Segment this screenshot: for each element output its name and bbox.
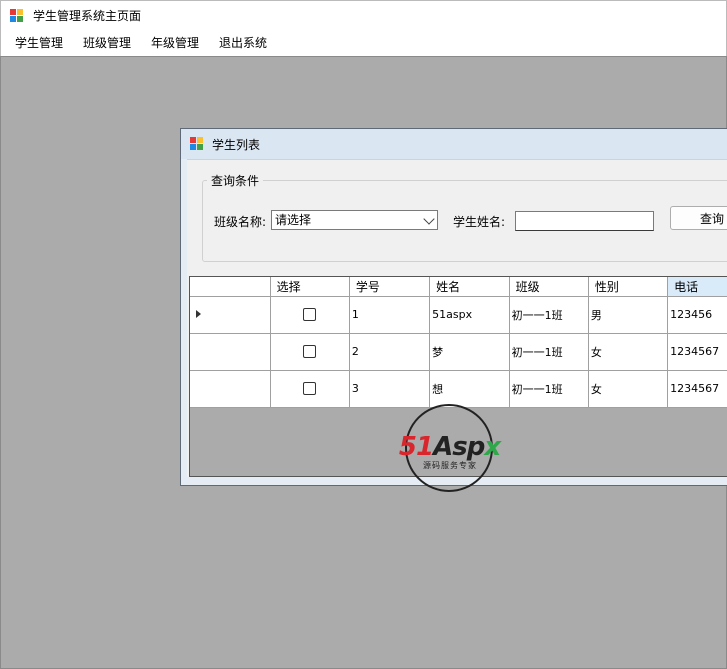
table-row[interactable]: 1 51aspx 初一一1班 男 123456 [190, 296, 727, 334]
current-row-arrow-icon [196, 310, 201, 318]
row-checkbox[interactable] [303, 345, 317, 359]
row-header[interactable] [190, 333, 271, 371]
student-name-label: 学生姓名: [453, 215, 506, 229]
cell-name[interactable]: 梦 [429, 333, 510, 371]
child-app-icon [190, 137, 204, 151]
student-table: 选择 学号 姓名 班级 性别 电话 1 51aspx 初一一1班 男 12345… [190, 277, 727, 408]
row-header[interactable] [190, 370, 271, 408]
chevron-down-icon[interactable] [423, 213, 435, 225]
cell-class[interactable]: 初一一1班 [509, 370, 589, 408]
query-legend: 查询条件 [207, 172, 264, 189]
select-cell[interactable] [270, 333, 350, 371]
cell-id[interactable]: 1 [349, 296, 431, 334]
row-header[interactable] [190, 296, 271, 334]
header-phone[interactable]: 电话 [667, 277, 727, 297]
cell-gender[interactable]: 女 [588, 333, 669, 371]
row-checkbox[interactable] [303, 308, 317, 322]
header-id[interactable]: 学号 [349, 277, 431, 297]
select-cell[interactable] [270, 370, 350, 408]
menu-exit[interactable]: 退出系统 [209, 31, 277, 55]
cell-phone[interactable]: 1234567 [667, 333, 727, 371]
menu-bar: 学生管理 班级管理 年级管理 退出系统 [0, 30, 727, 56]
watermark-subtitle: 源码服务专家 [423, 461, 477, 470]
class-name-combo[interactable]: 请选择 [271, 210, 438, 230]
student-name-input[interactable] [515, 211, 654, 231]
watermark-part2: Asp [433, 432, 485, 462]
watermark-part1: 51 [398, 432, 434, 462]
window-title: 学生管理系统主页面 [33, 9, 142, 23]
grid-corner [190, 277, 271, 297]
cell-class[interactable]: 初一一1班 [509, 296, 589, 334]
watermark-brand: 51Aspx [387, 432, 512, 462]
header-class[interactable]: 班级 [509, 277, 589, 297]
grid-header-row: 选择 学号 姓名 班级 性别 电话 [190, 277, 727, 297]
child-window-title: 学生列表 [212, 137, 261, 152]
cell-phone[interactable]: 123456 [667, 296, 727, 334]
main-title-bar: 学生管理系统主页面 [0, 0, 727, 30]
select-cell[interactable] [270, 296, 350, 334]
cell-name[interactable]: 51aspx [429, 296, 510, 334]
cell-gender[interactable]: 女 [588, 370, 669, 408]
header-gender[interactable]: 性别 [588, 277, 669, 297]
row-checkbox[interactable] [303, 382, 317, 396]
cell-id[interactable]: 2 [349, 333, 431, 371]
menu-class[interactable]: 班级管理 [73, 31, 141, 55]
header-select[interactable]: 选择 [270, 277, 350, 297]
cell-name[interactable]: 想 [429, 370, 510, 408]
class-name-label: 班级名称: [214, 215, 267, 229]
cell-phone[interactable]: 1234567 [667, 370, 727, 408]
watermark-part3: x [484, 432, 501, 462]
header-name[interactable]: 姓名 [429, 277, 510, 297]
query-button[interactable]: 查询 [670, 206, 727, 230]
table-row[interactable]: 3 想 初一一1班 女 1234567 [190, 370, 727, 408]
menu-student[interactable]: 学生管理 [5, 31, 73, 55]
cell-gender[interactable]: 男 [588, 296, 669, 334]
menu-grade[interactable]: 年级管理 [141, 31, 209, 55]
table-row[interactable]: 2 梦 初一一1班 女 1234567 [190, 333, 727, 371]
class-combo-value: 请选择 [275, 213, 312, 227]
child-title-bar[interactable]: 学生列表 [181, 129, 727, 159]
cell-class[interactable]: 初一一1班 [509, 333, 589, 371]
app-icon [10, 8, 24, 23]
51aspx-watermark-logo: 51Aspx 源码服务专家 [387, 404, 512, 494]
cell-id[interactable]: 3 [349, 370, 431, 408]
